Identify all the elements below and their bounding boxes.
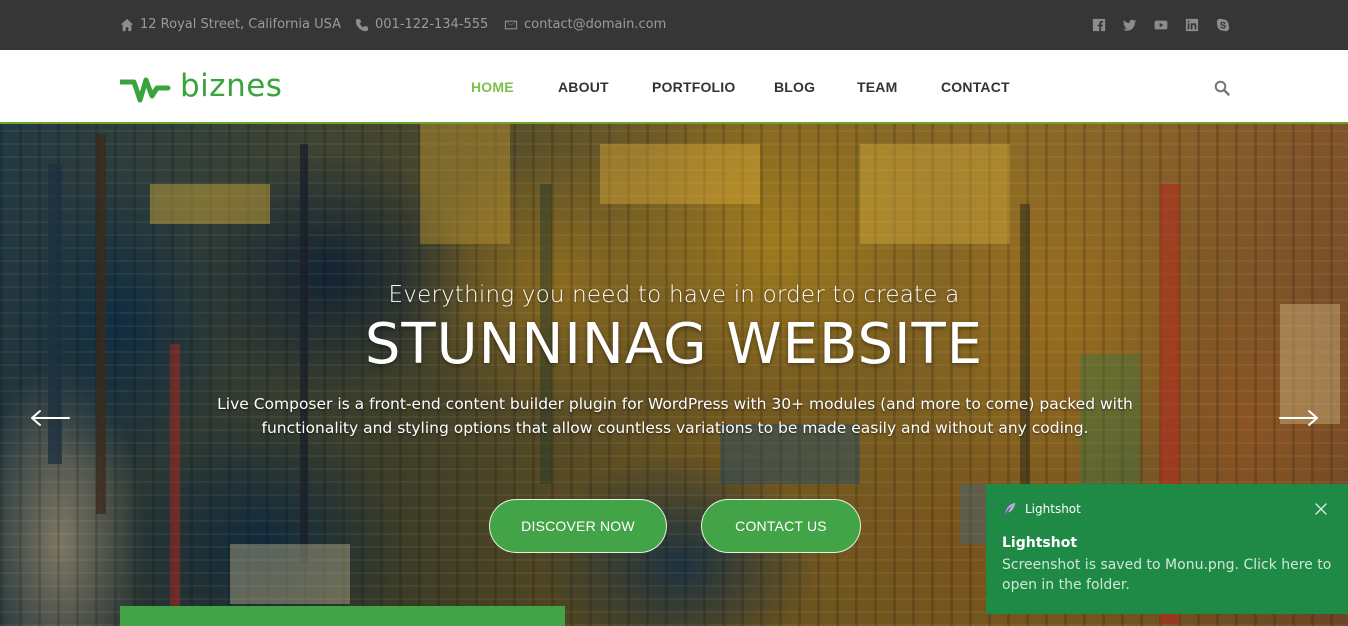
main-navbar: biznes HOME ABOUT PORTFOLIO BLOG TEAM CO…	[0, 50, 1348, 124]
hero-subtitle: Everything you need to have in order to …	[388, 282, 960, 308]
home-icon	[120, 18, 134, 31]
logo-pulse-icon	[120, 77, 171, 103]
youtube-icon[interactable]	[1153, 17, 1168, 32]
feature-box-top	[120, 606, 565, 626]
skype-icon[interactable]	[1215, 17, 1230, 32]
arrow-right-icon[interactable]	[1279, 408, 1319, 428]
email-info[interactable]: contact@domain.com	[504, 17, 666, 32]
envelope-icon	[504, 20, 518, 29]
linkedin-icon[interactable]	[1184, 17, 1199, 32]
hero-description: Live Composer is a front-end content bui…	[217, 395, 1133, 437]
toast-app-name: Lightshot	[1025, 502, 1081, 516]
hero-title: STUNNINAG WEBSITE	[364, 312, 984, 377]
nav-blog[interactable]: BLOG	[774, 79, 815, 95]
nav-about[interactable]: ABOUT	[558, 79, 609, 95]
twitter-icon[interactable]	[1122, 17, 1137, 32]
logo-text: biznes	[180, 68, 283, 104]
arrow-left-icon[interactable]	[30, 408, 70, 428]
nav-portfolio[interactable]: PORTFOLIO	[652, 79, 735, 95]
nav-home[interactable]: HOME	[471, 79, 514, 95]
phone-info[interactable]: 001-122-134-555	[355, 17, 488, 32]
feather-icon	[1004, 502, 1016, 516]
phone-icon	[355, 18, 369, 31]
social-links	[1091, 17, 1230, 32]
site-logo[interactable]: biznes	[120, 68, 283, 106]
nav-contact[interactable]: CONTACT	[941, 79, 1010, 95]
toast-title: Lightshot	[1002, 535, 1078, 551]
search-icon[interactable]	[1214, 80, 1230, 96]
address-text: 12 Royal Street, California USA	[140, 17, 342, 32]
toast-message[interactable]: Screenshot is saved to Monu.png. Click h…	[1002, 555, 1332, 595]
facebook-icon[interactable]	[1091, 17, 1106, 32]
email-text: contact@domain.com	[524, 17, 667, 32]
close-icon[interactable]	[1314, 502, 1328, 516]
address-info: 12 Royal Street, California USA	[120, 17, 341, 32]
nav-team[interactable]: TEAM	[857, 79, 897, 95]
lightshot-notification[interactable]: Lightshot Lightshot Screenshot is saved …	[986, 484, 1348, 614]
discover-now-button[interactable]: DISCOVER NOW	[489, 499, 667, 553]
top-info-bar: 12 Royal Street, California USA 001-122-…	[0, 0, 1348, 50]
phone-text: 001-122-134-555	[375, 17, 489, 32]
contact-us-button[interactable]: CONTACT US	[701, 499, 861, 553]
toast-header: Lightshot	[1003, 502, 1081, 516]
